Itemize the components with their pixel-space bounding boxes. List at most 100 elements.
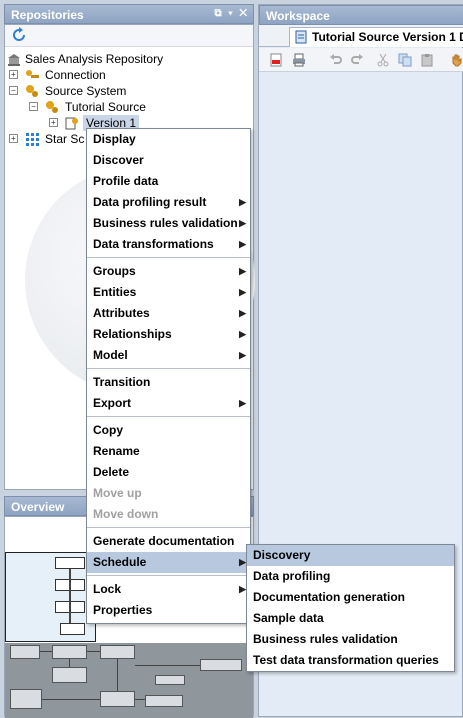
menu-item-attributes[interactable]: Attributes ▶ (87, 303, 250, 324)
menu-item-label: Attributes (93, 306, 150, 320)
hand-tool-icon[interactable] (450, 53, 463, 67)
submenu-item-business-rules-validation[interactable]: Business rules validation (247, 629, 454, 650)
tree-label: Sales Analysis Repository (25, 52, 164, 66)
overview-connector (135, 699, 145, 700)
workspace-title-bar: Workspace (259, 5, 463, 25)
tree-label: Star Sc (45, 132, 85, 146)
collapse-icon[interactable]: − (29, 102, 38, 111)
menu-item-generate-documentation[interactable]: Generate documentation (87, 531, 250, 552)
paste-icon[interactable] (420, 53, 434, 67)
menu-item-data-transformations[interactable]: Data transformations ▶ (87, 234, 250, 255)
menu-item-label: Model (93, 348, 128, 362)
overview-node (60, 623, 85, 635)
menu-item-model[interactable]: Model ▶ (87, 345, 250, 366)
menu-item-business-rules-validation[interactable]: Business rules validation ▶ (87, 213, 250, 234)
overview-connector (69, 569, 71, 623)
print-icon[interactable] (292, 53, 306, 67)
schedule-submenu: Discovery Data profiling Documentation gen… (246, 544, 455, 672)
menu-item-move-up[interactable]: Move up (87, 483, 250, 504)
submenu-item-data-profiling[interactable]: Data profiling (247, 566, 454, 587)
menu-item-label: Delete (93, 465, 130, 479)
overview-title: Overview (11, 500, 65, 514)
submenu-item-label: Test data transformation queries (253, 653, 439, 667)
menu-item-label: Business rules validation (93, 216, 238, 230)
submenu-arrow-icon: ▶ (239, 197, 246, 207)
expand-icon[interactable]: + (49, 118, 58, 127)
menu-item-label: Properties (93, 603, 153, 617)
expand-icon[interactable]: + (9, 134, 18, 143)
overview-node (100, 645, 135, 659)
submenu-item-label: Documentation generation (253, 590, 406, 604)
menu-item-data-profiling-result[interactable]: Data profiling result ▶ (87, 192, 250, 213)
menu-item-transition[interactable]: Transition (87, 372, 250, 393)
submenu-item-discovery[interactable]: Discovery (247, 545, 454, 566)
copy-icon[interactable] (398, 53, 412, 67)
tree-label: Tutorial Source (65, 100, 146, 114)
menu-item-label: Copy (93, 423, 123, 437)
submenu-arrow-icon: ▶ (239, 308, 246, 318)
repositories-title-bar: Repositories ⧉ ▾ ✕ (4, 4, 254, 24)
overview-node (155, 675, 185, 685)
submenu-item-sample-data[interactable]: Sample data (247, 608, 454, 629)
source-icon (46, 101, 58, 113)
submenu-arrow-icon: ▶ (239, 350, 246, 360)
menu-item-label: Move down (93, 507, 159, 521)
menu-item-label: Move up (93, 486, 142, 500)
panel-controls[interactable]: ⧉ ▾ ✕ (214, 8, 249, 19)
undo-icon[interactable] (329, 53, 343, 67)
submenu-arrow-icon: ▶ (239, 239, 246, 249)
menu-item-export[interactable]: Export ▶ (87, 393, 250, 414)
tab-tutorial-source-version-1[interactable]: Tutorial Source Version 1 D (289, 27, 463, 47)
collapse-icon[interactable]: − (9, 86, 18, 95)
menu-item-copy[interactable]: Copy (87, 420, 250, 441)
expand-icon[interactable]: + (9, 70, 18, 79)
version-icon (65, 117, 78, 130)
submenu-arrow-icon: ▶ (239, 557, 246, 567)
menu-item-rename[interactable]: Rename (87, 441, 250, 462)
menu-item-properties[interactable]: Properties (87, 600, 250, 621)
submenu-item-label: Discovery (253, 548, 311, 562)
submenu-item-label: Data profiling (253, 569, 331, 583)
overview-connector (117, 659, 118, 691)
cut-icon[interactable] (376, 53, 390, 67)
redo-icon[interactable] (350, 53, 364, 67)
repository-icon (8, 54, 20, 66)
workspace-toolbar (259, 48, 463, 72)
tab-label: Tutorial Source Version 1 D (312, 30, 463, 44)
overview-node (100, 691, 135, 707)
overview-connector (135, 665, 200, 666)
refresh-icon[interactable] (11, 27, 27, 43)
menu-item-delete[interactable]: Delete (87, 462, 250, 483)
submenu-arrow-icon: ▶ (239, 398, 246, 408)
menu-item-groups[interactable]: Groups ▶ (87, 261, 250, 282)
submenu-item-label: Sample data (253, 611, 324, 625)
menu-item-label: Rename (93, 444, 140, 458)
menu-item-label: Display (93, 132, 136, 146)
overview-node (10, 689, 42, 709)
menu-item-display[interactable]: Display (87, 129, 250, 150)
repositories-toolbar (5, 25, 253, 47)
menu-item-label: Discover (93, 153, 144, 167)
submenu-item-test-data-transformation-queries[interactable]: Test data transformation queries (247, 650, 454, 671)
menu-item-label: Lock (93, 582, 122, 596)
menu-item-relationships[interactable]: Relationships ▶ (87, 324, 250, 345)
submenu-arrow-icon: ▶ (239, 287, 246, 297)
menu-item-label: Data profiling result (93, 195, 207, 209)
menu-item-schedule[interactable]: Schedule ▶ (87, 552, 250, 573)
tree-label: Source System (45, 84, 127, 98)
connection-icon (26, 70, 39, 78)
menu-item-label: Schedule (93, 555, 147, 569)
menu-item-lock[interactable]: Lock ▶ (87, 579, 250, 600)
menu-item-label: Profile data (93, 174, 159, 188)
menu-item-label: Generate documentation (93, 534, 235, 548)
pdf-icon[interactable] (269, 53, 283, 67)
overview-connector (40, 651, 52, 652)
menu-item-entities[interactable]: Entities ▶ (87, 282, 250, 303)
overview-connector (42, 699, 100, 700)
menu-item-discover[interactable]: Discover (87, 150, 250, 171)
menu-item-move-down[interactable]: Move down (87, 504, 250, 525)
submenu-item-documentation-generation[interactable]: Documentation generation (247, 587, 454, 608)
repositories-title: Repositories (11, 8, 84, 22)
star-schema-icon (26, 133, 39, 146)
menu-item-profile-data[interactable]: Profile data (87, 171, 250, 192)
